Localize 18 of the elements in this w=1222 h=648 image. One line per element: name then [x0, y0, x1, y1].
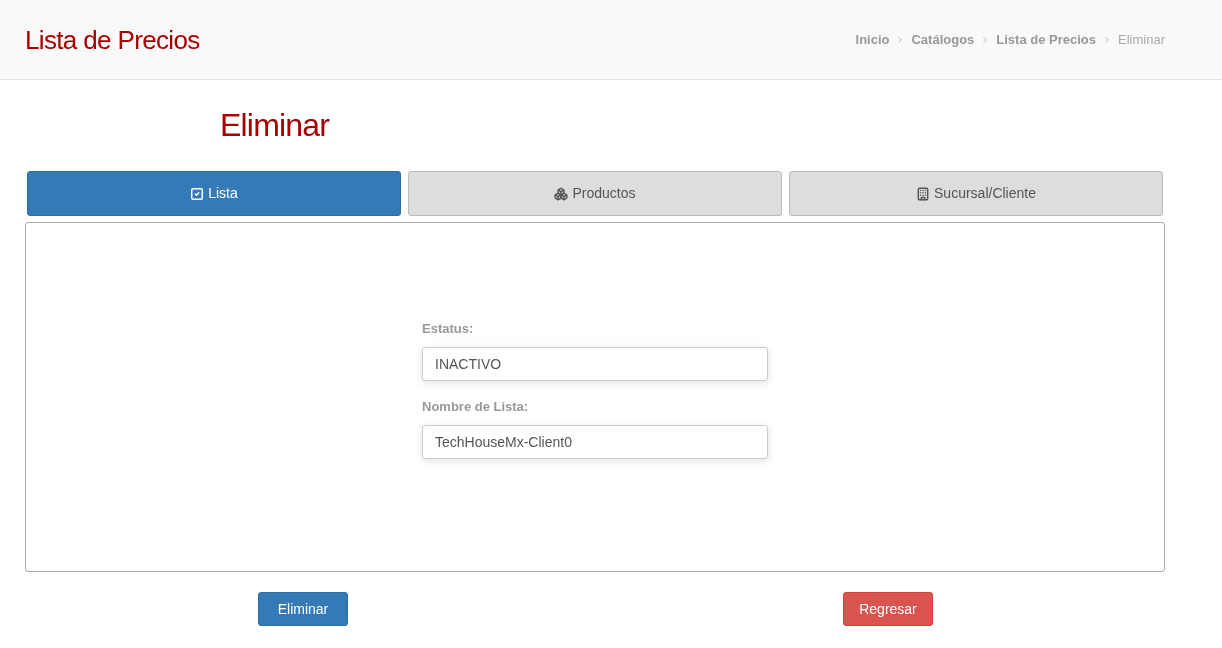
field-label: Estatus:	[422, 320, 474, 338]
delete-button[interactable]: Eliminar	[258, 592, 348, 626]
boxes-icon	[554, 186, 569, 201]
breadcrumb-link[interactable]: Inicio	[855, 29, 890, 50]
input-field[interactable]: INACTIVO	[422, 347, 768, 381]
building-icon	[916, 186, 931, 201]
field-label: Nombre de Lista:	[422, 398, 529, 416]
tab[interactable]: Lista	[27, 171, 401, 216]
breadcrumb-link[interactable]: Catálogos	[911, 29, 975, 50]
tab[interactable]: Productos	[408, 171, 782, 216]
back-button[interactable]: Regresar	[843, 592, 933, 626]
page-header-title: Lista de Precios	[25, 26, 200, 53]
input-field[interactable]: TechHouseMx-Client0	[422, 425, 768, 459]
tab[interactable]: Sucursal/Cliente	[789, 171, 1163, 216]
section-title: Eliminar	[220, 106, 330, 145]
checkbox-icon	[190, 186, 205, 201]
breadcrumb-current: Eliminar	[1118, 30, 1165, 49]
breadcrumb-link[interactable]: Lista de Precios	[996, 29, 1097, 50]
